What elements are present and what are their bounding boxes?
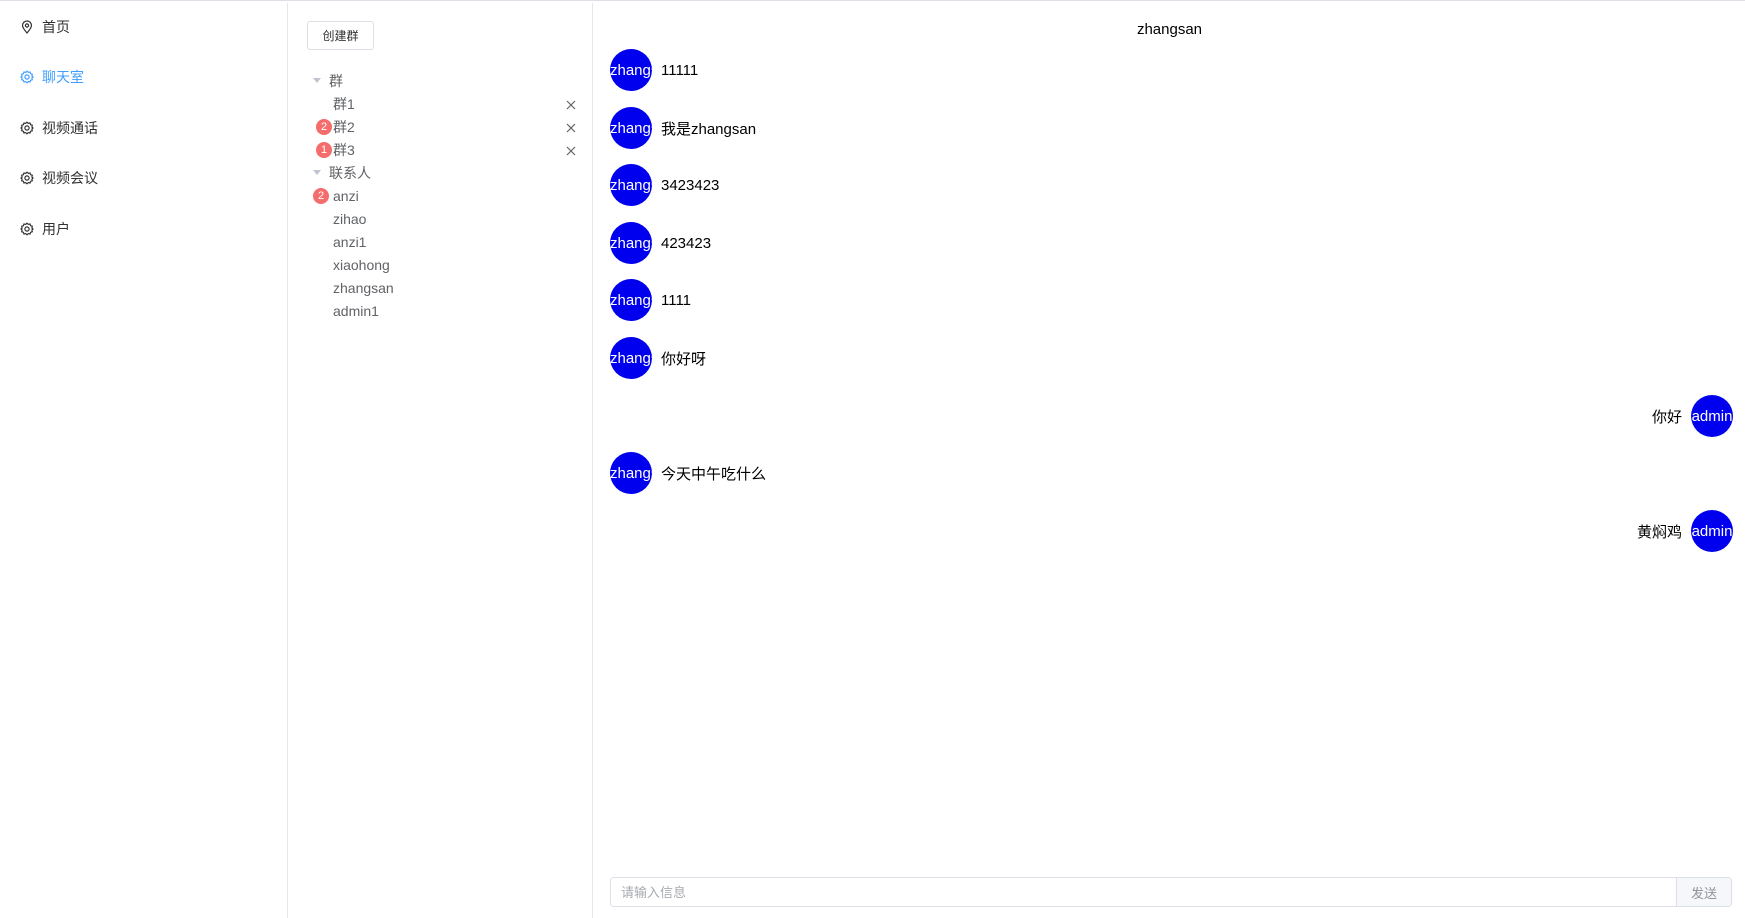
contact-name: xiaohong [333,256,390,273]
avatar[interactable]: zhangsan [610,222,652,264]
message-text: 1111 [661,291,692,309]
group-name: 群3 [333,141,355,158]
avatar[interactable]: zhangsan [610,337,652,379]
contact-item[interactable]: zhangsan [307,276,577,299]
gear-icon [20,222,34,236]
contact-item[interactable]: xiaohong [307,253,577,276]
unread-badge: 2 [316,118,332,135]
tree-node-label: 群 [329,72,343,89]
group-item[interactable]: 2 群2 [307,115,577,138]
nav-item-label: 视频会议 [42,170,98,186]
message-row: zhangsan 3423423 [610,164,719,206]
contact-name: zhangsan [333,279,394,296]
avatar[interactable]: admin [1691,510,1733,552]
avatar-label: admin [1691,407,1733,425]
message-row: zhangsan 1111 [610,279,691,321]
nav-item-label: 聊天室 [42,69,84,85]
message-row: zhangsan 423423 [610,222,711,264]
contacts-panel: 创建群 群 群1 2 群2 1 群3 联系人 2 anzi zihao anzi… [289,3,593,918]
tree-node-contacts[interactable]: 联系人 [313,161,371,184]
nav-item-chatroom[interactable]: 聊天室 [0,57,287,97]
group-item[interactable]: 群1 [307,92,577,115]
avatar[interactable]: zhangsan [610,107,652,149]
message-text: 423423 [661,234,712,252]
message-row: zhangsan 今天中午吃什么 [610,452,766,494]
gear-icon [20,70,34,84]
gear-icon [20,171,34,185]
contact-name: anzi [333,187,359,204]
send-button[interactable]: 发送 [1676,878,1731,906]
message-row: 你好 admin [1652,395,1733,437]
message-row: zhangsan 我是zhangsan [610,107,756,149]
nav-item-home[interactable]: 首页 [0,7,287,47]
contact-name: zihao [333,210,367,227]
message-text: 你好 [1651,408,1682,426]
close-icon[interactable] [565,121,577,133]
contact-name: anzi1 [333,233,367,250]
avatar-label: zhangsan [610,119,652,137]
message-text: 11111 [661,61,699,79]
avatar-label: zhangsan [610,176,652,194]
message-text: 今天中午吃什么 [661,465,767,483]
message-input-bar: 发送 [610,877,1732,907]
message-text: 3423423 [661,176,720,194]
create-group-button[interactable]: 创建群 [307,21,374,50]
chat-panel: zhangsan zhangsan 11111 zhangsan 我是zhang… [594,3,1745,918]
avatar[interactable]: zhangsan [610,452,652,494]
group-item[interactable]: 1 群3 [307,138,577,161]
nav-item-label: 视频通话 [42,120,98,136]
message-text: 黄焖鸡 [1636,523,1682,541]
nav-item-label: 首页 [42,19,70,35]
avatar-label: admin [1691,522,1733,540]
avatar[interactable]: admin [1691,395,1733,437]
tree-node-groups[interactable]: 群 [313,69,343,92]
avatar-label: zhangsan [610,291,652,309]
contact-item[interactable]: anzi1 [307,230,577,253]
unread-badge: 1 [316,141,332,158]
avatar[interactable]: zhangsan [610,164,652,206]
caret-down-icon [313,170,321,175]
close-icon[interactable] [565,144,577,156]
close-icon[interactable] [565,98,577,110]
message-row: zhangsan 11111 [610,49,698,91]
nav-item-label: 用户 [42,221,70,237]
avatar-label: zhangsan [610,349,652,367]
message-text: 我是zhangsan [661,120,757,138]
avatar[interactable]: zhangsan [610,279,652,321]
sidebar-nav: 首页 聊天室 视频通话 视频会议 用户 [0,3,288,918]
avatar-label: zhangsan [610,464,652,482]
avatar[interactable]: zhangsan [610,49,652,91]
avatar-label: zhangsan [610,61,652,79]
contact-item[interactable]: zihao [307,207,577,230]
group-name: 群2 [333,118,355,135]
gear-icon [20,121,34,135]
message-input[interactable] [611,878,1676,906]
tree-node-label: 联系人 [329,164,371,181]
contact-item[interactable]: 2 anzi [307,184,577,207]
message-row: zhangsan 你好呀 [610,337,706,379]
chat-title: zhangsan [1136,21,1203,38]
group-name: 群1 [333,95,355,112]
location-icon [20,20,34,34]
nav-item-video-meeting[interactable]: 视频会议 [0,158,287,198]
message-text: 你好呀 [661,350,707,368]
contact-item[interactable]: admin1 [307,299,577,322]
caret-down-icon [313,78,321,83]
unread-badge: 2 [313,187,329,204]
message-row: 黄焖鸡 admin [1637,510,1733,552]
avatar-label: zhangsan [610,234,652,252]
contact-name: admin1 [333,302,379,319]
nav-item-users[interactable]: 用户 [0,209,287,249]
nav-item-video-call[interactable]: 视频通话 [0,108,287,148]
